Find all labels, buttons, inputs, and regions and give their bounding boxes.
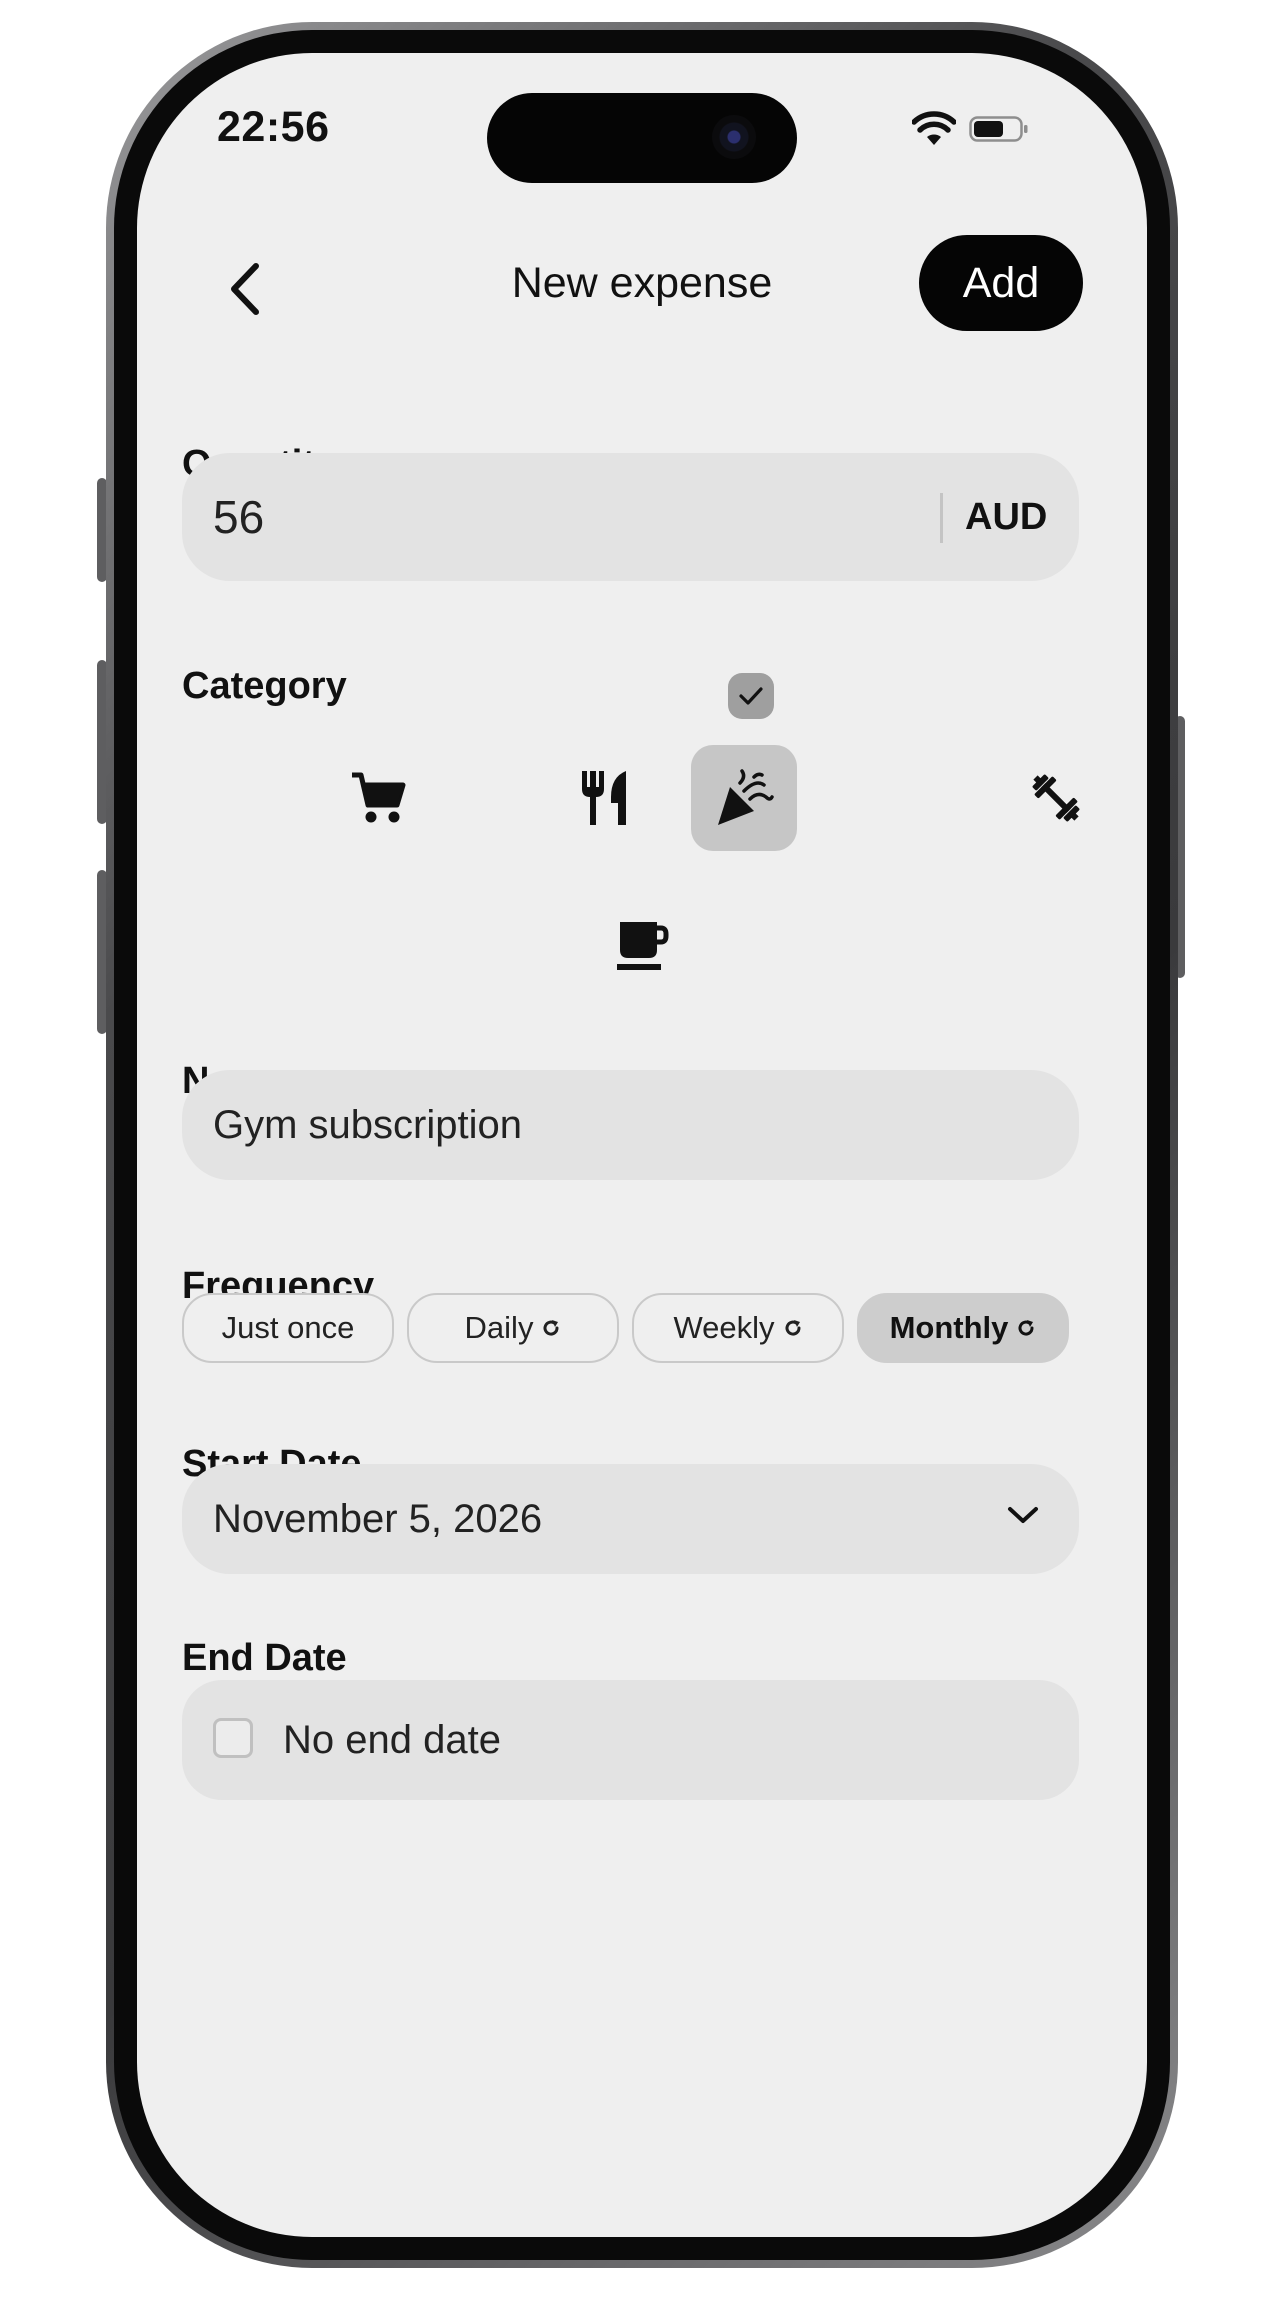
repeat-icon (544, 1320, 559, 1336)
end-date-label: End Date (182, 1637, 347, 1679)
dumbbell-icon (1032, 774, 1080, 822)
frequency-option-label: Just once (221, 1310, 355, 1345)
fork-knife-icon (582, 771, 626, 825)
frequency-option-label: Daily (464, 1310, 534, 1345)
frequency-option-label: Monthly (889, 1310, 1009, 1345)
frequency-monthly[interactable]: Monthly (857, 1293, 1069, 1363)
front-camera (712, 115, 756, 159)
start-date-picker[interactable]: November 5, 2026 (182, 1464, 1079, 1574)
category-entertainment[interactable] (691, 745, 797, 851)
frequency-option-label: Weekly (673, 1310, 775, 1345)
end-date-field: No end date (182, 1680, 1079, 1800)
frequency-weekly[interactable]: Weekly (632, 1293, 844, 1363)
coffee-cup-icon (617, 922, 669, 970)
category-fitness[interactable] (1003, 745, 1109, 851)
start-date-value: November 5, 2026 (213, 1497, 543, 1541)
status-time: 22:56 (217, 103, 330, 151)
repeat-icon (1018, 1320, 1034, 1336)
category-label: Category (182, 665, 347, 707)
no-end-date-checkbox[interactable] (213, 1718, 253, 1758)
frequency-daily[interactable]: Daily (407, 1293, 619, 1363)
quantity-input[interactable]: 56 (213, 453, 264, 581)
no-end-date-label[interactable]: No end date (283, 1680, 501, 1800)
category-coffee[interactable] (589, 893, 695, 999)
add-button[interactable]: Add (919, 235, 1083, 331)
chevron-down-icon (1008, 1507, 1038, 1523)
currency-selector[interactable]: AUD (965, 453, 1047, 581)
name-input[interactable]: Gym subscription (213, 1070, 522, 1180)
repeat-icon (785, 1320, 801, 1336)
shopping-cart-icon (352, 772, 406, 823)
frequency-just-once[interactable]: Just once (182, 1293, 394, 1363)
category-food[interactable] (551, 745, 657, 851)
checkmark-icon (739, 687, 763, 705)
battery-icon (969, 116, 1028, 142)
app-screen: 22:56 New expense Add Quantity 56 AUD Ca… (137, 53, 1147, 2237)
wifi-icon (912, 111, 956, 145)
quantity-field[interactable]: 56 AUD (182, 453, 1079, 581)
party-popper-icon (718, 769, 774, 825)
category-shopping[interactable] (325, 745, 431, 851)
selected-check-badge (728, 673, 774, 719)
name-field[interactable]: Gym subscription (182, 1070, 1079, 1180)
dynamic-island (487, 93, 797, 183)
quantity-divider (940, 493, 943, 543)
